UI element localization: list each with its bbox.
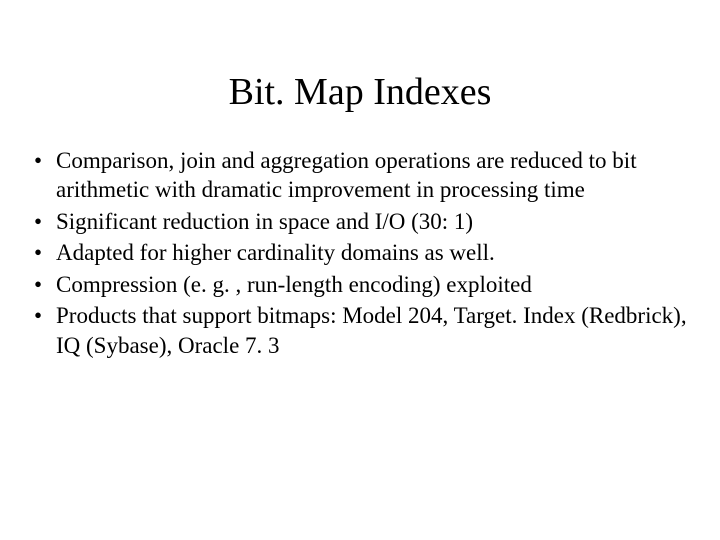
bullet-list: Comparison, join and aggregation operati… [30,146,690,360]
list-item: Comparison, join and aggregation operati… [30,146,690,205]
list-item: Products that support bitmaps: Model 204… [30,301,690,360]
slide-title: Bit. Map Indexes [30,70,690,114]
list-item: Compression (e. g. , run-length encoding… [30,270,690,299]
list-item: Significant reduction in space and I/O (… [30,207,690,236]
list-item: Adapted for higher cardinality domains a… [30,238,690,267]
